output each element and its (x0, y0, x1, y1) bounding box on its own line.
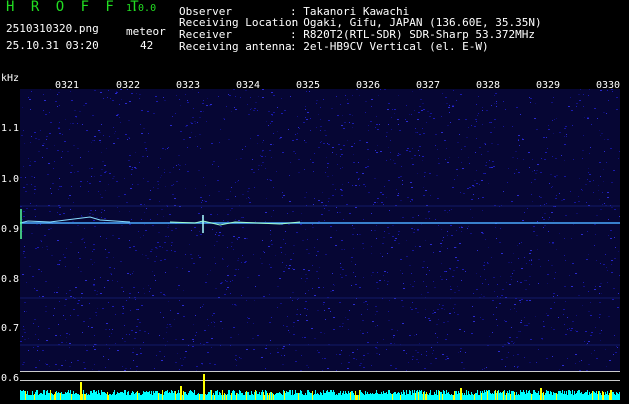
meteor-count: 42 (140, 39, 154, 52)
antenna-value: : 2el-HB9CV Vertical (el. E-W) (290, 40, 489, 53)
antenna-label: Receiving antenna (179, 40, 292, 53)
freq-tick: 0.8 (1, 274, 20, 285)
file-name: 2510310320.png (6, 22, 99, 35)
freq-tick: 0.7 (1, 323, 20, 334)
y-unit-label: kHz (1, 73, 20, 84)
freq-tick: 0.9 (1, 224, 20, 235)
date-time: 25.10.31 03:20 (6, 39, 99, 52)
freq-tick: 0.6 (1, 373, 20, 384)
app-logo: H R O F F T (6, 0, 143, 15)
meteor-label: meteor (126, 25, 166, 38)
freq-tick: 1.1 (1, 123, 20, 134)
spectrogram (20, 89, 620, 371)
app-version: 1.0.0 (126, 3, 157, 14)
freq-tick: 1.0 (1, 174, 20, 185)
meteor-histogram (20, 371, 620, 400)
